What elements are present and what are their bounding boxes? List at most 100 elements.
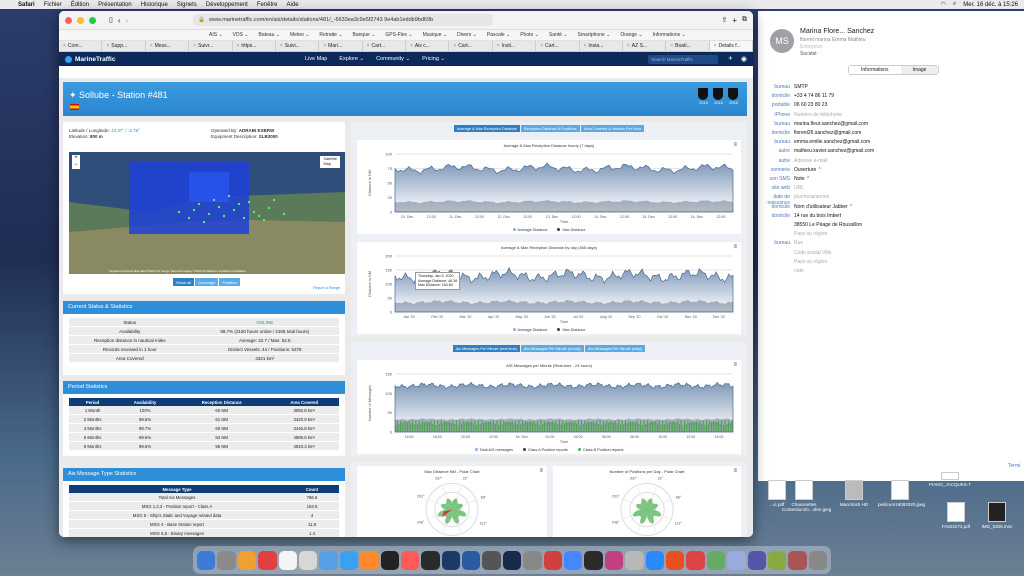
zoom-control[interactable]: + − — [72, 155, 80, 169]
contact-company[interactable]: Entreprise — [800, 44, 823, 50]
contact-field[interactable]: son SMS Note ⌃ — [758, 176, 1024, 182]
minimize-button[interactable] — [77, 16, 84, 24]
field-value[interactable]: +33 4 74 86 11 79 — [794, 93, 834, 99]
close-tab-icon[interactable]: × — [453, 43, 456, 49]
contact-field[interactable]: portable 06 60 23 80 23 — [758, 102, 1024, 108]
close-tab-icon[interactable]: × — [323, 43, 326, 49]
dock-app-icon[interactable] — [441, 550, 461, 570]
dock-app-icon[interactable] — [523, 550, 542, 570]
field-value[interactable]: 06 60 23 80 23 — [794, 102, 827, 108]
browser-tab[interactable]: × Boati... — [666, 41, 710, 51]
field-label[interactable]: bureau — [758, 240, 794, 246]
dock-app-icon[interactable] — [604, 550, 624, 570]
dock-app-icon[interactable] — [543, 550, 563, 570]
field-label[interactable] — [758, 222, 794, 228]
dock-app-icon[interactable] — [298, 550, 318, 570]
menu-item[interactable]: Fenêtre — [257, 2, 278, 8]
position-button[interactable]: Position — [219, 278, 240, 286]
close-tab-icon[interactable]: × — [540, 43, 543, 49]
field-value[interactable]: mathieu.xavier.sanchez@gmail.com — [794, 148, 874, 154]
field-value[interactable]: note — [794, 268, 804, 274]
field-label[interactable]: autre — [758, 148, 794, 154]
dock-app-icon[interactable] — [462, 550, 481, 570]
favorite-item[interactable]: Photo ⌄ — [520, 32, 539, 38]
contact-field[interactable]: Pays ou région — [758, 231, 1024, 237]
field-value[interactable]: emma.emilie.sanchez@gmail.com — [794, 139, 870, 145]
contact-field[interactable]: sonnerie Ouverture ⌃ — [758, 167, 1024, 173]
desktop-file[interactable]: PIANO_JACQUES-T — [928, 472, 972, 487]
contact-field[interactable]: domicile Nom d'utilisateur Jabber ⌃ — [758, 204, 1024, 210]
browser-tab[interactable]: × Supp... — [102, 41, 146, 51]
favorite-item[interactable]: Meteo ⌄ — [290, 32, 309, 38]
wifi-icon[interactable]: ◠ — [941, 1, 946, 8]
back-icon[interactable]: ‹ — [118, 16, 121, 25]
coverage-button[interactable]: Coverage — [195, 278, 219, 286]
dock-app-icon[interactable] — [380, 550, 399, 570]
nav-community[interactable]: Community ⌄ — [376, 56, 410, 62]
dock-app-icon[interactable] — [767, 550, 787, 570]
nav-pricing[interactable]: Pricing ⌄ — [422, 56, 445, 62]
legend-item[interactable]: Max Distance — [557, 228, 585, 232]
dock-app-icon[interactable] — [258, 550, 277, 570]
favorite-item[interactable]: Banque ⌄ — [353, 32, 376, 38]
field-value[interactable]: Numéro de téléphone — [794, 112, 842, 118]
dock-app-icon[interactable] — [400, 550, 420, 570]
spotlight-icon[interactable]: ⌕ — [953, 1, 956, 8]
menu-item[interactable]: Développement — [206, 2, 248, 8]
field-label[interactable]: portable — [758, 102, 794, 108]
dock-app-icon[interactable] — [339, 550, 359, 570]
desktop-file[interactable]: pedicure16092020.jpeg — [878, 480, 925, 507]
desktop-drive[interactable]: Macintosh HD — [832, 480, 876, 507]
contact-field[interactable]: bureau Rue — [758, 240, 1024, 246]
desktop-file[interactable]: Chaussettes Contention20...obre.jpeg — [782, 480, 831, 512]
contact-field[interactable]: Code postal Ville — [758, 250, 1024, 256]
field-label[interactable]: iPhone — [758, 112, 794, 118]
address-bar[interactable]: 🔒 www.marinetraffic.com/en/ais/details/s… — [193, 14, 494, 26]
field-value[interactable]: 14 rue du bois Imbert — [794, 213, 841, 219]
contact-field[interactable]: domicile +33 4 74 86 11 79 — [758, 93, 1024, 99]
menu-item[interactable]: Aide — [287, 2, 299, 8]
coverage-map[interactable]: + − Satellite Map Keyboard shortcuts Map d… — [69, 152, 345, 274]
legend-item[interactable]: Average Distance — [512, 328, 547, 332]
contact-field[interactable]: site web URL — [758, 185, 1024, 191]
browser-tab[interactable]: × Mari... — [319, 41, 363, 51]
contact-field[interactable]: autre mathieu.xavier.sanchez@gmail.com — [758, 148, 1024, 154]
dock-app-icon[interactable] — [645, 550, 664, 570]
favorite-item[interactable]: Informations ⌄ — [653, 32, 686, 38]
field-value[interactable]: Nom d'utilisateur Jabber ⌃ — [794, 204, 853, 210]
field-value[interactable]: URL — [794, 185, 804, 191]
field-label[interactable]: domicile — [758, 130, 794, 136]
field-label[interactable]: domicile — [758, 213, 794, 219]
menubar-clock[interactable]: Mer. 16 déc. à 15:26 — [963, 2, 1018, 8]
favorite-item[interactable]: VDS ⌄ — [233, 32, 249, 38]
field-label[interactable]: domicile — [758, 204, 794, 210]
contact-field[interactable]: bureau marina.fleur.sanchez@gmail.com — [758, 121, 1024, 127]
favorite-item[interactable]: Orange ⌄ — [620, 32, 642, 38]
menu-item[interactable]: Fichier — [44, 2, 62, 8]
browser-tab[interactable]: × Suivi... — [276, 41, 320, 51]
browser-tab[interactable]: × Insti... — [493, 41, 537, 51]
contact-societe[interactable]: Société — [800, 51, 817, 57]
report-range-link[interactable]: Report a Range — [313, 286, 340, 290]
zoom-button[interactable] — [89, 16, 96, 24]
browser-tab[interactable]: × Com... — [59, 41, 103, 51]
close-tab-icon[interactable]: × — [106, 43, 109, 49]
favorite-item[interactable]: Bateau ⌄ — [259, 32, 280, 38]
share-icon[interactable]: ⇪ — [721, 16, 727, 24]
browser-tab[interactable]: × Suivr... — [189, 41, 233, 51]
contact-field[interactable]: 38550 Le Péage de Roussillon — [758, 222, 1024, 228]
tab-avg-max[interactable]: Average & Max Reception Distance — [453, 125, 520, 132]
field-label[interactable]: sonnerie — [758, 167, 794, 173]
dock-app-icon[interactable] — [788, 550, 807, 570]
menu-item[interactable]: Présentation — [98, 2, 132, 8]
contact-field[interactable]: autre Adresse e-mail — [758, 158, 1024, 164]
nav-live-map[interactable]: Live Map — [305, 56, 327, 62]
close-tab-icon[interactable]: × — [670, 43, 673, 49]
field-value[interactable]: Code postal Ville — [794, 250, 831, 256]
tabs-overview-icon[interactable]: ⧉ — [742, 16, 747, 24]
field-value[interactable]: SMTP — [794, 84, 808, 90]
field-label[interactable]: site web — [758, 185, 794, 191]
contact-field[interactable]: domicile 14 rue du bois Imbert — [758, 213, 1024, 219]
field-value[interactable]: florent26.sanchez@gmail.com — [794, 130, 861, 136]
favorite-item[interactable]: Pascale ⌄ — [487, 32, 510, 38]
